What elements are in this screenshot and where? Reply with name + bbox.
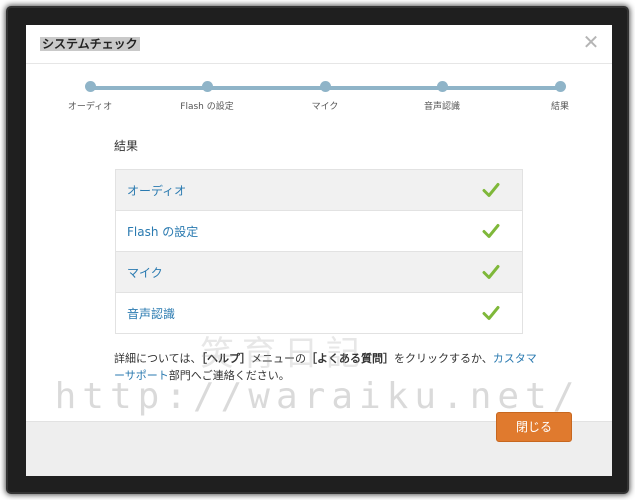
checkmark-icon	[482, 306, 500, 320]
result-label: マイク	[127, 266, 163, 280]
checkmark-icon	[482, 265, 500, 279]
system-check-dialog: システムチェック ✕ オーディオ Flash の設定 マイク 音声認識 結果 結…	[26, 25, 612, 476]
result-row-mic: マイク	[116, 252, 522, 293]
step-audio: オーディオ	[40, 80, 140, 112]
faq-menu-name: ［よくある質問］	[305, 352, 394, 365]
step-flash: Flash の設定	[157, 80, 257, 112]
step-label: Flash の設定	[180, 102, 234, 112]
step-dot	[84, 81, 96, 92]
checkmark-icon	[482, 183, 500, 197]
step-label: マイク	[311, 102, 339, 112]
step-dot	[436, 81, 448, 92]
dialog-title: システムチェック	[40, 37, 140, 51]
help-text-part: 詳細については、	[114, 352, 202, 365]
close-icon[interactable]: ✕	[582, 32, 600, 52]
help-text-part: メニューの	[250, 352, 306, 365]
result-label: Flash の設定	[127, 225, 199, 239]
result-table: オーディオ Flash の設定 マイク 音声認識	[115, 169, 523, 334]
close-button[interactable]: 閉じる	[496, 412, 572, 442]
result-row-speech: 音声認識	[116, 293, 522, 333]
result-label: オーディオ	[127, 184, 187, 198]
help-menu-name: ［ヘルプ］	[201, 352, 251, 365]
result-heading: 結果	[114, 139, 139, 153]
step-result: 結果	[510, 80, 610, 112]
help-text-part: 部門へご連絡ください。	[168, 369, 290, 382]
help-text-part: をクリックするか、	[393, 352, 493, 365]
progress-stepper: オーディオ Flash の設定 マイク 音声認識 結果	[26, 80, 612, 120]
step-dot	[319, 81, 331, 92]
step-mic: マイク	[275, 80, 375, 112]
checkmark-icon	[482, 224, 500, 238]
dialog-header: システムチェック ✕	[26, 25, 612, 64]
help-text: 詳細については、［ヘルプ］メニューの［よくある質問］をクリックするか、カスタマー…	[114, 350, 544, 384]
step-dot	[554, 81, 566, 92]
result-label: 音声認識	[127, 307, 176, 321]
step-label: オーディオ	[67, 102, 113, 112]
step-dot	[201, 81, 213, 92]
result-row-audio: オーディオ	[116, 170, 522, 211]
result-row-flash: Flash の設定	[116, 211, 522, 252]
step-speech: 音声認識	[392, 80, 492, 112]
step-label: 音声認識	[423, 102, 460, 112]
step-label: 結果	[550, 102, 569, 112]
